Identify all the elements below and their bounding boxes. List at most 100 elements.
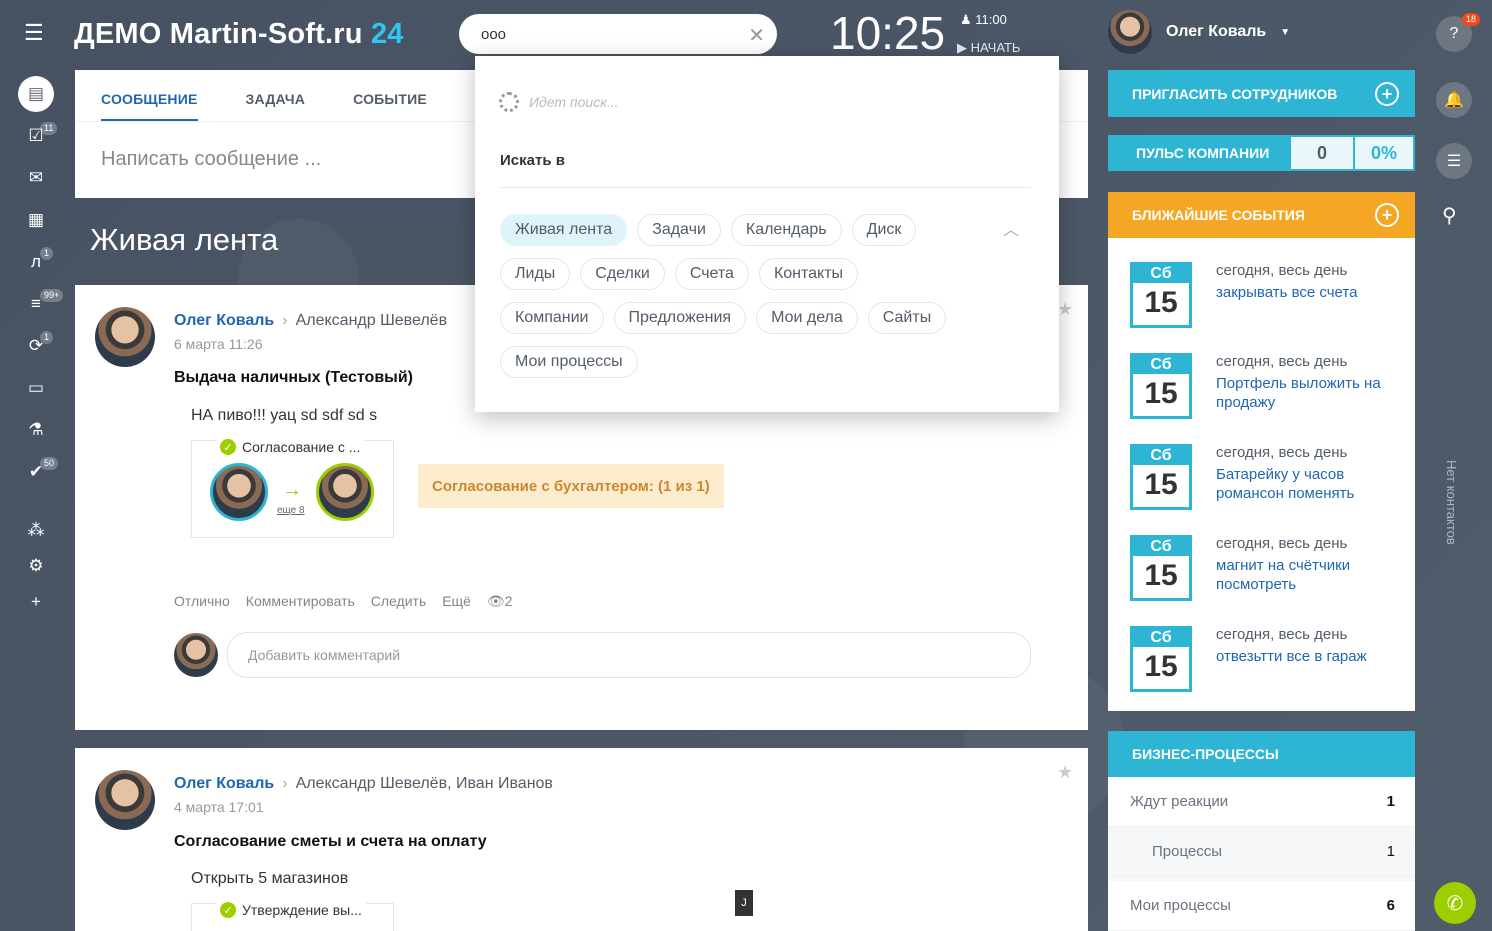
- add-event-icon[interactable]: +: [1375, 203, 1399, 227]
- search-value: ооо: [481, 25, 507, 43]
- event-item[interactable]: Сб 15 сегодня, весь день магнит на счётчик…: [1130, 535, 1404, 601]
- feed-icon[interactable]: ▤: [18, 76, 54, 112]
- left-sidebar: ☰ ▤ ☑ 11 ✉ ▦ л 1 ≡ 99+ ⟳ 1 ▭ ⚗ ✔ 50 ⁂ ⚙ …: [0, 0, 72, 931]
- start-label: НАЧАТЬ: [970, 40, 1021, 55]
- messages-icon[interactable]: ☰: [1436, 143, 1472, 179]
- scope-chip[interactable]: Счета: [674, 258, 749, 290]
- more-button[interactable]: Ещё: [442, 593, 471, 610]
- comment-input[interactable]: Добавить комментарий: [227, 632, 1031, 678]
- events-header: БЛИЖАЙШИЕ СОБЫТИЯ +: [1108, 192, 1415, 238]
- tab-event[interactable]: СОБЫТИЕ: [353, 91, 427, 121]
- like-button[interactable]: Отлично: [174, 593, 230, 610]
- scope-chip[interactable]: Сайты: [867, 302, 947, 334]
- feed-post: Олег Коваль › Александр Шевелёв, Иван Ив…: [75, 748, 1088, 931]
- scope-chip[interactable]: Лиды: [500, 258, 571, 290]
- scope-chip[interactable]: Мои дела: [756, 302, 858, 334]
- search-input[interactable]: ооо ✕: [459, 14, 777, 54]
- event-day: Сб: [1133, 265, 1189, 283]
- event-item[interactable]: Сб 15 сегодня, весь день отвезьтти все в г…: [1130, 626, 1404, 692]
- logo-text: ДЕМО Martin-Soft.ru: [74, 18, 363, 50]
- clear-search-icon[interactable]: ✕: [748, 23, 765, 48]
- alarm-time: 11:00: [975, 12, 1007, 27]
- ok-badge: 50: [40, 457, 59, 470]
- tab-message[interactable]: СООБЩЕНИЕ: [101, 91, 198, 121]
- post-date[interactable]: 4 марта 17:01: [174, 799, 264, 815]
- company-pulse[interactable]: ПУЛЬС КОМПАНИИ 0 0%: [1108, 135, 1415, 171]
- approval-card[interactable]: ✓ Согласование с ... → еще 8: [191, 439, 394, 538]
- star-icon[interactable]: ★: [1057, 762, 1073, 783]
- arrow-right-icon: →: [282, 479, 302, 501]
- structure-icon[interactable]: ⁂: [22, 516, 50, 544]
- event-item[interactable]: Сб 15 сегодня, весь день Портфель выложить…: [1130, 353, 1404, 419]
- bp-label: Процессы: [1152, 843, 1223, 860]
- bp-row[interactable]: Процессы 1: [1108, 827, 1415, 877]
- crm-badge: 99+: [40, 289, 64, 302]
- more-approvers-link[interactable]: еще 8: [277, 505, 305, 516]
- calendar-icon[interactable]: ▦: [22, 206, 50, 234]
- user-menu[interactable]: Олег Коваль ▼: [1108, 10, 1290, 54]
- tasks-badge: 11: [40, 122, 58, 135]
- scope-chip[interactable]: Контакты: [758, 258, 859, 290]
- chevron-up-icon[interactable]: ︿: [1003, 216, 1019, 240]
- post-author[interactable]: Олег Коваль: [174, 775, 274, 793]
- gear-icon[interactable]: ⚙: [22, 552, 50, 580]
- calendar-date: Сб 15: [1130, 626, 1192, 692]
- event-day: Сб: [1133, 538, 1189, 556]
- post-recipient[interactable]: Александр Шевелёв: [296, 312, 447, 330]
- scope-chip[interactable]: Сделки: [580, 258, 665, 290]
- event-name[interactable]: магнит на счётчики посмотреть: [1216, 556, 1404, 594]
- lab-icon[interactable]: ⚗: [22, 416, 50, 444]
- phone-icon[interactable]: ✆: [1434, 882, 1476, 924]
- avatar[interactable]: [210, 463, 268, 521]
- logo[interactable]: ДЕМО Martin-Soft.ru 24: [74, 18, 404, 51]
- event-name[interactable]: закрывать все счета: [1216, 283, 1404, 302]
- scope-chip[interactable]: Компании: [500, 302, 604, 334]
- event-item[interactable]: Сб 15 сегодня, весь день закрывать все сче…: [1130, 262, 1404, 328]
- bell-icon[interactable]: 🔔: [1436, 82, 1472, 118]
- scope-chip[interactable]: Диск: [851, 214, 917, 246]
- post-author[interactable]: Олег Коваль: [174, 312, 274, 330]
- processes-badge: 1: [40, 331, 54, 344]
- no-contacts-label: Нет контактов: [1444, 460, 1459, 545]
- bp-label: Ждут реакции: [1130, 793, 1229, 810]
- bp-row[interactable]: Мои процессы 6: [1108, 881, 1415, 931]
- chat-icon[interactable]: ✉: [22, 164, 50, 192]
- avatar[interactable]: [316, 463, 374, 521]
- menu-icon[interactable]: ☰: [24, 22, 46, 44]
- chevron-down-icon: ▼: [1280, 26, 1291, 38]
- invite-button[interactable]: ПРИГЛАСИТЬ СОТРУДНИКОВ +: [1108, 70, 1415, 117]
- follow-button[interactable]: Следить: [371, 593, 426, 610]
- calendar-date: Сб 15: [1130, 262, 1192, 328]
- avatar[interactable]: [95, 307, 155, 367]
- event-item[interactable]: Сб 15 сегодня, весь день Батарейку у часов…: [1130, 444, 1404, 510]
- start-workday-button[interactable]: ▶ НАЧАТЬ: [957, 40, 1020, 56]
- add-icon[interactable]: +: [22, 588, 50, 616]
- post-title[interactable]: Выдача наличных (Тестовый): [174, 369, 413, 387]
- star-icon[interactable]: ★: [1057, 299, 1073, 320]
- post-date[interactable]: 6 марта 11:26: [174, 336, 263, 352]
- post-text: НА пиво!!! уац sd sdf sd s: [191, 407, 378, 424]
- scope-chip[interactable]: Календарь: [730, 214, 842, 246]
- post-recipient[interactable]: Александр Шевелёв, Иван Иванов: [296, 775, 553, 793]
- scope-chip[interactable]: Задачи: [637, 214, 721, 246]
- approval-card[interactable]: ✓ Утверждение вы...: [191, 902, 394, 931]
- comment-button[interactable]: Комментировать: [246, 593, 355, 610]
- bp-row[interactable]: Ждут реакции 1: [1108, 777, 1415, 827]
- event-name[interactable]: Портфель выложить на продажу: [1216, 374, 1404, 412]
- event-name[interactable]: Батарейку у часов романсон поменять: [1216, 465, 1404, 503]
- scope-chip[interactable]: Мои процессы: [500, 346, 638, 378]
- tab-task[interactable]: ЗАДАЧА: [246, 91, 306, 121]
- approval-title: Утверждение вы...: [242, 902, 362, 918]
- alarm[interactable]: ♟ 11:00: [960, 12, 1007, 28]
- event-when: сегодня, весь день: [1216, 444, 1348, 461]
- pulse-percent: 0%: [1355, 137, 1413, 169]
- scope-chip[interactable]: Предложения: [613, 302, 747, 334]
- scope-chip[interactable]: Живая лента: [500, 214, 628, 246]
- search-icon[interactable]: ⚲: [1442, 203, 1457, 228]
- contact-card-icon[interactable]: ▭: [22, 374, 50, 402]
- event-name[interactable]: отвезьтти все в гараж: [1216, 647, 1404, 666]
- post-title[interactable]: Согласование сметы и счета на оплату: [174, 833, 487, 851]
- pulse-value: 0: [1291, 137, 1353, 169]
- avatar[interactable]: [95, 770, 155, 830]
- approval-title: Согласование с ...: [242, 439, 361, 455]
